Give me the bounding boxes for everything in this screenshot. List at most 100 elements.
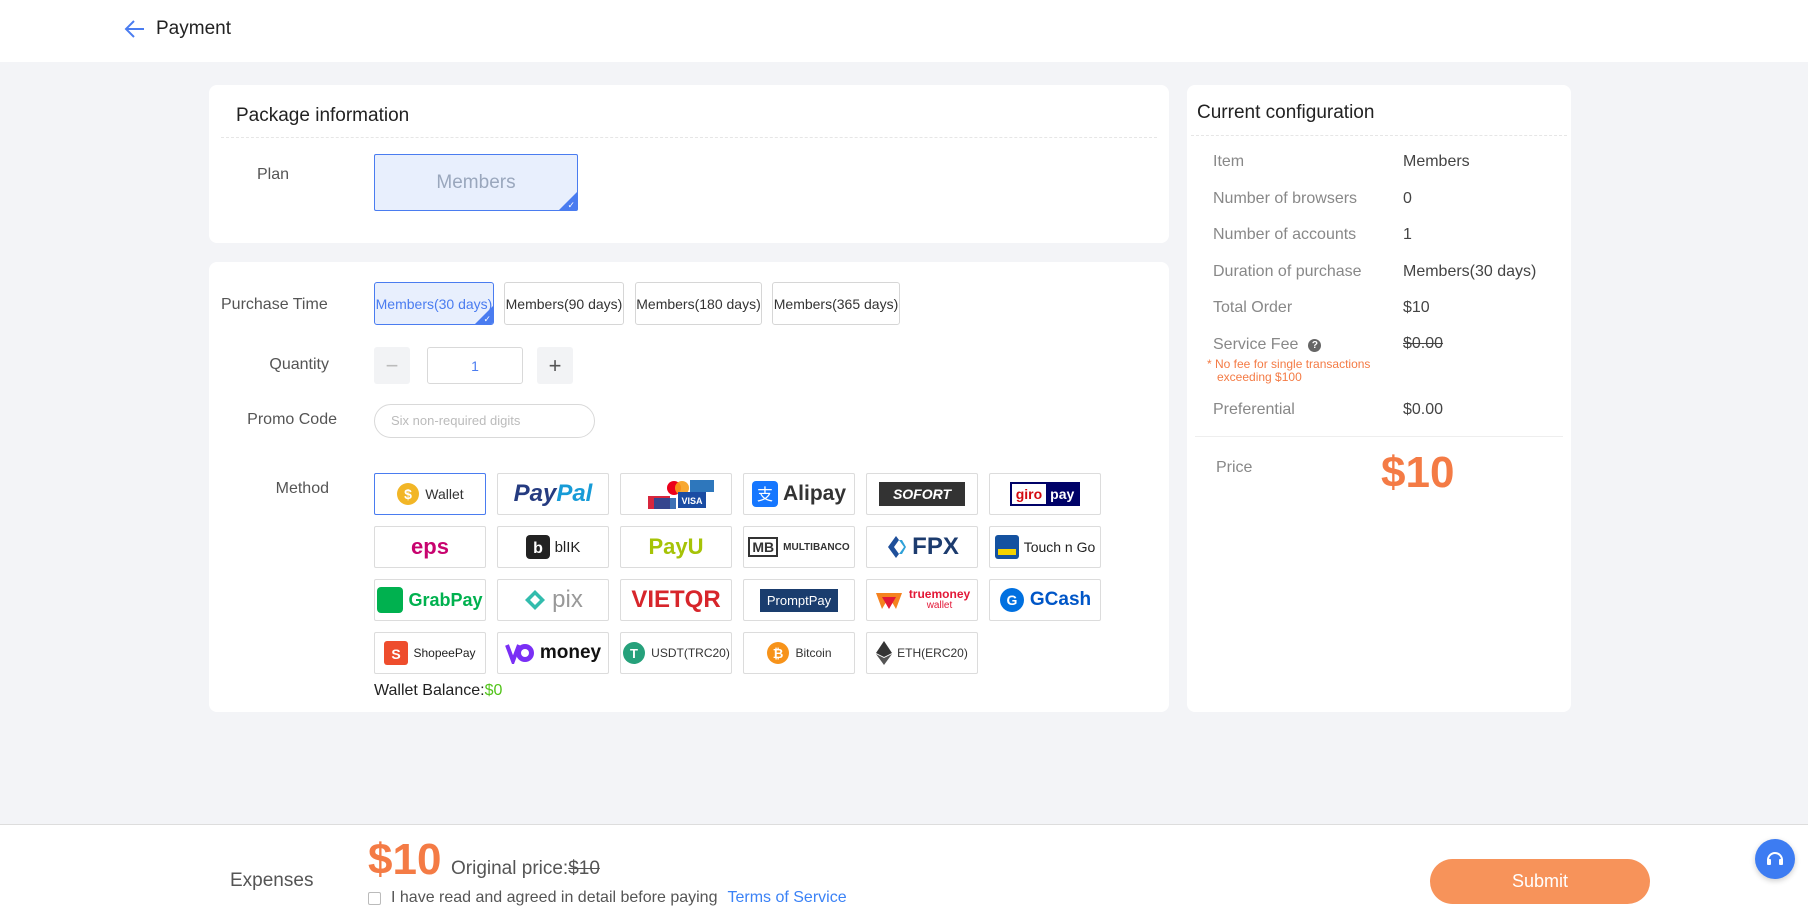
method-label-text: Wallet — [425, 486, 464, 502]
payment-method-eps[interactable]: eps — [374, 526, 486, 568]
divider — [221, 137, 1157, 138]
current-configuration-card: Current configuration Item Members Numbe… — [1187, 85, 1571, 712]
duration-label: Members(365 days) — [773, 295, 899, 312]
ethereum-icon — [876, 641, 893, 665]
method-label-text: blIK — [554, 538, 581, 556]
quantity-input[interactable]: 1 — [427, 347, 523, 384]
touchngo-icon — [994, 535, 1019, 559]
original-price: Original price:$10 — [451, 858, 600, 880]
total-price: $10 — [368, 835, 442, 884]
page-title: Payment — [156, 18, 231, 39]
method-label-text: GrabPay — [408, 589, 483, 610]
back-button[interactable]: Payment — [124, 18, 231, 40]
method-label-text: USDT(TRC20) — [651, 646, 730, 660]
quantity-increment-button[interactable]: + — [537, 347, 573, 384]
config-browsers-value: 0 — [1403, 190, 1412, 207]
payment-method-blik[interactable]: b blIK — [497, 526, 609, 568]
service-fee-note: * No fee for single transactions exceedi… — [1207, 358, 1370, 384]
method-label-text: Alipay — [782, 482, 847, 505]
payment-method-money[interactable]: money — [497, 632, 609, 674]
svg-text:T: T — [630, 646, 638, 661]
truemoney-icon — [875, 593, 902, 609]
payment-method-fpx[interactable]: FPX — [866, 526, 978, 568]
fpx-icon — [888, 536, 907, 558]
payment-method-bitcoin[interactable]: ₿ Bitcoin — [743, 632, 855, 674]
config-item-label: Item — [1213, 153, 1245, 170]
duration-label: Members(180 days) — [636, 295, 761, 312]
submit-button[interactable]: Submit — [1430, 859, 1650, 904]
payment-method-promptpay[interactable]: PromptPay — [743, 579, 855, 621]
sofort-logo-icon: SOFORT — [878, 482, 966, 506]
payment-method-alipay[interactable]: 支 Alipay — [743, 473, 855, 515]
multibanco-logo-icon: MB — [748, 537, 779, 557]
method-label-text: Touch n Go — [1023, 539, 1096, 555]
payment-method-pix[interactable]: pix — [497, 579, 609, 621]
plan-label: Plan — [256, 166, 289, 183]
payment-method-giropay[interactable]: giro pay — [989, 473, 1101, 515]
payment-method-wallet[interactable]: $ Wallet — [374, 473, 486, 515]
purchase-time-label: Purchase Time — [221, 296, 328, 313]
method-label-text: FPX — [912, 533, 959, 560]
configuration-title: Current configuration — [1197, 102, 1375, 123]
original-price-label: Original price: — [451, 858, 569, 879]
config-service-fee-value: $0.00 — [1403, 335, 1444, 352]
payment-method-vietqr[interactable]: VIETQR — [620, 579, 732, 621]
money-icon — [505, 644, 534, 664]
wallet-balance: Wallet Balance:$0 — [374, 682, 502, 700]
duration-option-30[interactable]: Members(30 days) — [374, 282, 494, 325]
payment-method-payu[interactable]: PayU — [620, 526, 732, 568]
plan-option-members[interactable]: Members — [374, 154, 578, 211]
pix-icon — [525, 590, 546, 610]
config-duration-value: Members(30 days) — [1403, 263, 1537, 280]
svg-text:VISA: VISA — [681, 496, 703, 506]
giropay-logo-icon: giro pay — [1009, 482, 1081, 506]
terms-checkbox[interactable] — [368, 891, 381, 905]
checkout-bar: Expenses $10 Original price:$10 I have r… — [0, 824, 1808, 922]
wallet-balance-value: $0 — [484, 682, 503, 699]
payment-method-eth[interactable]: ETH(ERC20) — [866, 632, 978, 674]
config-service-fee-label: Service Fee — [1213, 336, 1299, 353]
method-label-text: Bitcoin — [795, 646, 832, 660]
paypal-logo-icon: PayPal — [513, 480, 593, 507]
svg-text:支: 支 — [757, 485, 773, 504]
tether-icon: T — [623, 642, 646, 664]
config-total-order-value: $10 — [1403, 299, 1430, 316]
gcash-icon: G — [999, 588, 1024, 612]
arrow-left-icon — [124, 20, 144, 38]
plan-option-label: Members — [436, 171, 516, 193]
payment-method-sofort[interactable]: SOFORT — [866, 473, 978, 515]
promo-code-input[interactable]: Six non-required digits — [374, 404, 595, 438]
payment-method-paypal[interactable]: PayPal — [497, 473, 609, 515]
config-service-fee-row: Service Fee? — [1213, 336, 1322, 354]
method-label-text: GCash — [1029, 589, 1092, 610]
duration-label: Members(90 days) — [505, 295, 623, 312]
payment-method-multibanco[interactable]: MB MULTIBANCO — [743, 526, 855, 568]
vietqr-logo-icon: VIETQR — [631, 586, 721, 613]
payment-method-cards[interactable]: VISA — [620, 473, 732, 515]
duration-option-180[interactable]: Members(180 days) — [635, 282, 762, 325]
duration-option-365[interactable]: Members(365 days) — [772, 282, 900, 325]
payment-method-usdt[interactable]: T USDT(TRC20) — [620, 632, 732, 674]
payment-method-grabpay[interactable]: GrabPay — [374, 579, 486, 621]
price-label: Price — [1216, 459, 1253, 476]
quantity-label: Quantity — [269, 356, 329, 373]
terms-of-service-link[interactable]: Terms of Service — [727, 889, 846, 907]
method-label-text: money — [539, 642, 602, 663]
quantity-decrement-button[interactable]: − — [374, 347, 410, 384]
method-label-text: MULTIBANCO — [783, 541, 850, 553]
help-icon[interactable]: ? — [1308, 339, 1322, 352]
duration-option-90[interactable]: Members(90 days) — [504, 282, 624, 325]
payment-method-gcash[interactable]: G GCash — [989, 579, 1101, 621]
card-logos-icon: VISA — [648, 480, 714, 509]
minus-icon: − — [385, 352, 399, 378]
svg-text:G: G — [1006, 592, 1017, 608]
terms-agreement: I have read and agreed in detail before … — [368, 889, 847, 907]
customer-support-button[interactable] — [1755, 839, 1795, 879]
payment-method-shopeepay[interactable]: S ShopeePay — [374, 632, 486, 674]
payu-logo-icon: PayU — [648, 534, 704, 559]
payment-method-truemoney[interactable]: truemoney wallet — [866, 579, 978, 621]
svg-text:S: S — [392, 646, 401, 662]
package-info-title: Package information — [236, 105, 410, 126]
price-value: $10 — [1381, 448, 1455, 497]
payment-method-touchngo[interactable]: Touch n Go — [989, 526, 1101, 568]
